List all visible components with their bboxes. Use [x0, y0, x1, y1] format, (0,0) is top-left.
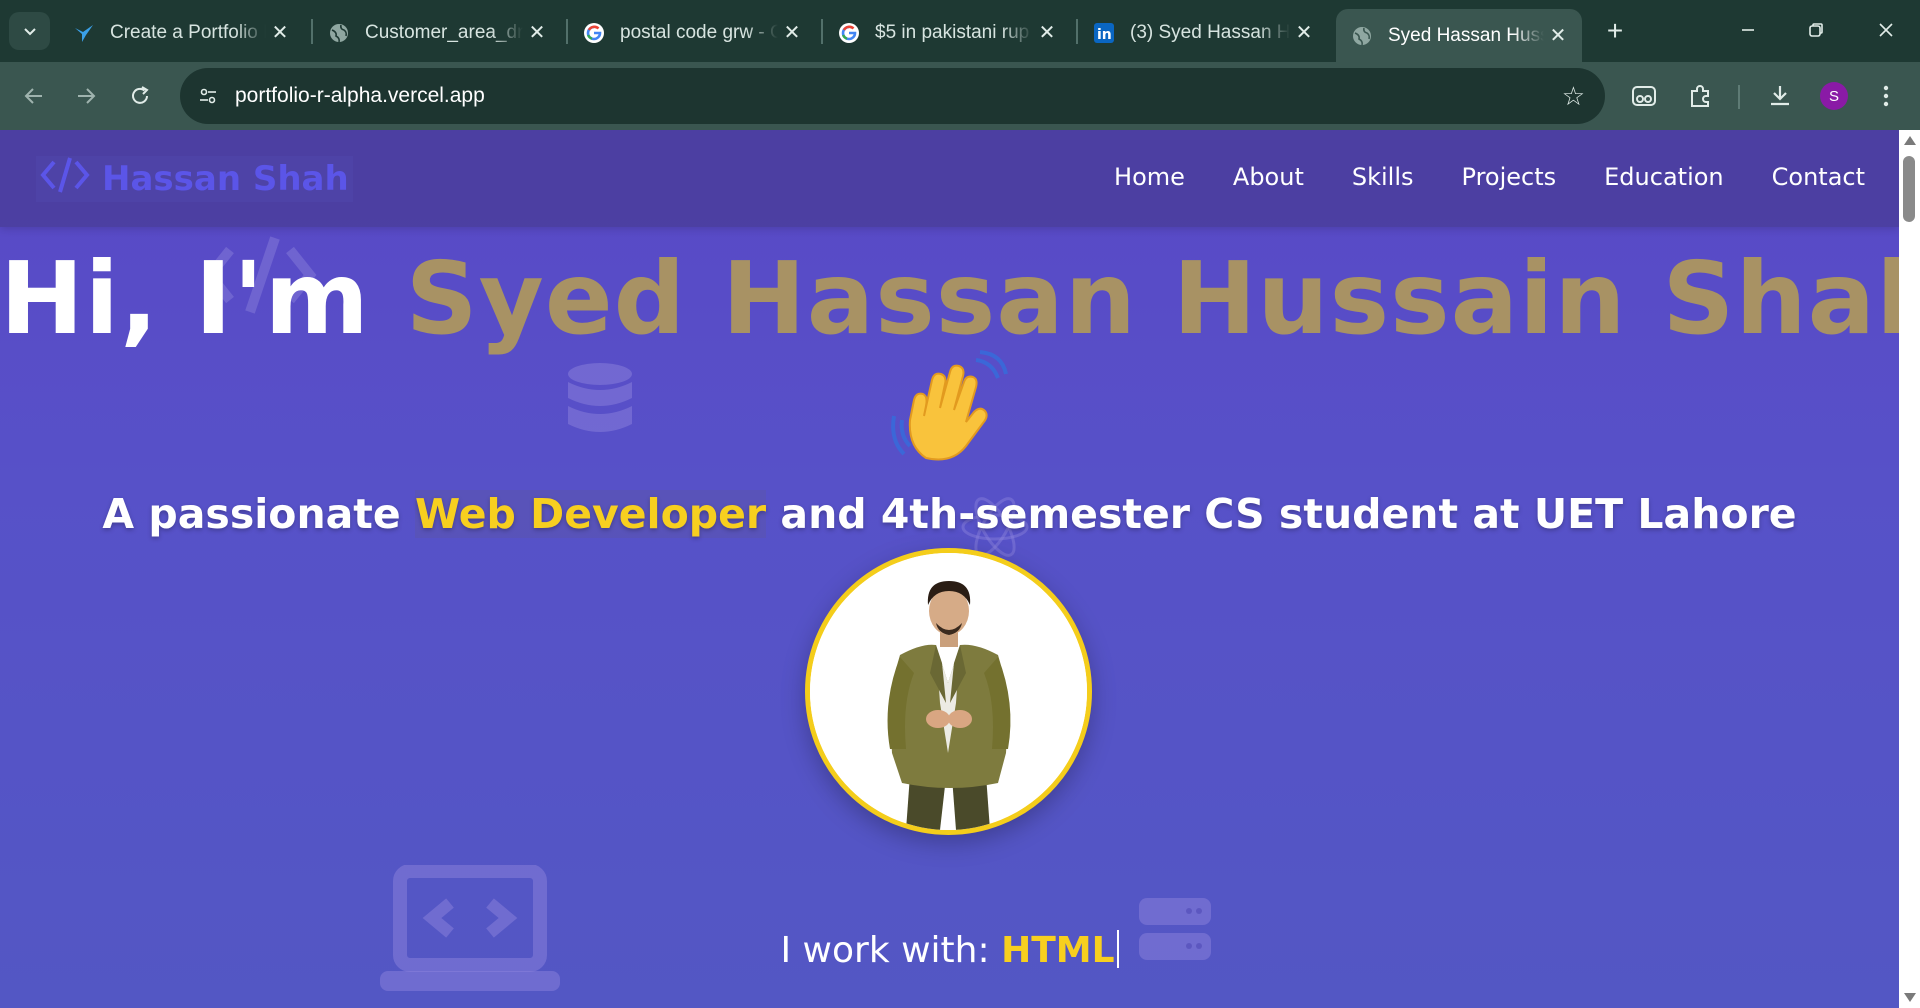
waving-hand-icon [888, 350, 1008, 470]
forward-button[interactable] [64, 74, 108, 118]
subtitle-highlight: Web Developer [414, 490, 767, 538]
database-icon [567, 362, 633, 443]
globe-icon [327, 21, 351, 45]
linkedin-icon: in [1092, 21, 1116, 45]
site-settings-icon[interactable] [194, 82, 222, 110]
browser-toolbar: portfolio-r-alpha.vercel.app ☆ S [0, 62, 1920, 130]
close-icon[interactable]: ✕ [523, 19, 551, 47]
site-logo[interactable]: Hassan Shah [36, 156, 353, 202]
close-icon[interactable]: ✕ [1033, 19, 1061, 47]
address-bar[interactable]: portfolio-r-alpha.vercel.app ☆ [180, 68, 1605, 124]
subtitle-suffix: and 4th-semester CS student at UET Lahor… [766, 490, 1797, 538]
arrow-right-icon [78, 88, 96, 104]
profile-photo [805, 548, 1092, 835]
svg-text:in: in [1097, 27, 1112, 43]
chevron-down-icon [23, 28, 36, 36]
more-menu-icon[interactable] [1866, 76, 1906, 116]
hero-title: Hi, I'm Syed Hassan Hussain Shah [0, 240, 1899, 357]
tab-strip: Create a Portfolio I ✕ Customer_area_dr … [0, 0, 1920, 62]
scroll-up-arrow-icon[interactable] [1904, 136, 1916, 145]
nav-link-home[interactable]: Home [1114, 163, 1185, 191]
restore-button[interactable] [1788, 8, 1844, 52]
close-icon[interactable]: ✕ [1544, 22, 1572, 50]
tab-linkedin[interactable]: in (3) Syed Hassan Hu ✕ [1078, 11, 1328, 54]
minimize-icon [1742, 29, 1754, 31]
toolbar-divider [1738, 85, 1740, 109]
close-icon [1879, 23, 1893, 37]
code-icon [40, 156, 90, 203]
tab-title: (3) Syed Hassan Hu [1130, 21, 1290, 43]
falcon-icon [72, 21, 96, 45]
tab-title: Customer_area_dr [365, 21, 523, 43]
tab-customer-area[interactable]: Customer_area_dr ✕ [313, 11, 561, 54]
typing-caret [1116, 930, 1119, 968]
google-icon [837, 21, 861, 45]
typing-technology: HTML [1001, 930, 1115, 971]
logo-text: Hassan Shah [102, 159, 349, 199]
hero-greeting: Hi, I'm [0, 240, 406, 357]
tab-portfolio-active[interactable]: Syed Hassan Huss ✕ [1336, 9, 1582, 62]
scrollbar-thumb[interactable] [1903, 156, 1915, 222]
typing-prefix: I work with: [780, 930, 1002, 971]
extensions-puzzle-icon[interactable] [1680, 76, 1720, 116]
minimize-button[interactable] [1720, 8, 1776, 52]
close-icon[interactable]: ✕ [778, 19, 806, 47]
tab-title: Syed Hassan Huss [1388, 24, 1544, 46]
tab-title: Create a Portfolio I [110, 21, 266, 43]
nav-link-skills[interactable]: Skills [1352, 163, 1414, 191]
typing-line: I work with: HTML [0, 930, 1899, 971]
site-nav-links: Home About Skills Projects Education Con… [1114, 163, 1865, 191]
download-icon[interactable] [1760, 76, 1800, 116]
new-tab-button[interactable]: + [1597, 13, 1633, 49]
subtitle-prefix: A passionate [102, 490, 415, 538]
restore-icon [1809, 23, 1823, 37]
bookmark-star-icon[interactable]: ☆ [1562, 81, 1585, 112]
reload-icon [132, 86, 149, 104]
tab-portfolio-builder[interactable]: Create a Portfolio I ✕ [58, 11, 304, 54]
nav-link-projects[interactable]: Projects [1462, 163, 1557, 191]
close-icon[interactable]: ✕ [1290, 19, 1318, 47]
page-scrollbar[interactable] [1899, 130, 1920, 1008]
tab-currency[interactable]: $5 in pakistani rup ✕ [823, 11, 1071, 54]
nav-link-contact[interactable]: Contact [1772, 163, 1865, 191]
page-viewport: Hassan Shah Home About Skills Projects E… [0, 130, 1899, 1008]
hero-name: Syed Hassan Hussain Shah [405, 240, 1899, 357]
nav-link-about[interactable]: About [1233, 163, 1304, 191]
tab-search-button[interactable] [9, 12, 50, 50]
site-navbar: Hassan Shah Home About Skills Projects E… [0, 130, 1899, 227]
hero-subtitle: A passionate Web Developer and 4th-semes… [0, 490, 1899, 538]
close-window-button[interactable] [1858, 8, 1914, 52]
scroll-down-arrow-icon[interactable] [1904, 993, 1916, 1002]
arrow-left-icon [24, 88, 42, 104]
google-icon [582, 21, 606, 45]
tab-postal-code[interactable]: postal code grw - G ✕ [568, 11, 816, 54]
tab-title: $5 in pakistani rup [875, 21, 1030, 43]
globe-icon [1350, 24, 1374, 48]
reload-button[interactable] [118, 74, 162, 118]
nav-link-education[interactable]: Education [1604, 163, 1723, 191]
url-text: portfolio-r-alpha.vercel.app [235, 84, 485, 107]
tab-title: postal code grw - G [620, 21, 778, 43]
reading-mode-icon[interactable] [1624, 76, 1664, 116]
close-icon[interactable]: ✕ [266, 19, 294, 47]
profile-avatar[interactable]: S [1820, 82, 1848, 110]
back-button[interactable] [12, 74, 56, 118]
